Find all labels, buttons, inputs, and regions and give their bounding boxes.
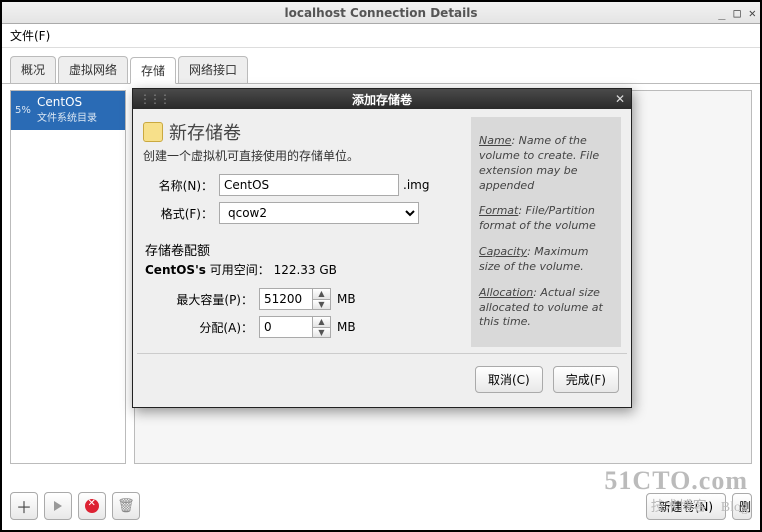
tabs: 概况 虚拟网络 存储 网络接口 <box>2 48 760 84</box>
max-capacity-input[interactable] <box>259 288 313 310</box>
allocation-input[interactable] <box>259 316 313 338</box>
dialog-close-icon[interactable]: ✕ <box>615 92 625 106</box>
allocation-spinner[interactable]: ▲ ▼ <box>313 316 331 338</box>
minimize-icon[interactable]: _ <box>718 6 725 20</box>
help-name-head: Name <box>479 134 511 147</box>
delete-pool-button[interactable]: 🗑 <box>112 492 140 520</box>
watermark: 51CTO.com 技术博客 Blog <box>604 466 748 516</box>
max-capacity-unit: MB <box>337 292 356 306</box>
spin-up-icon[interactable]: ▲ <box>313 317 330 328</box>
max-capacity-spinner[interactable]: ▲ ▼ <box>313 288 331 310</box>
finish-button[interactable]: 完成(F) <box>553 366 619 393</box>
watermark-line3: Blog <box>721 500 748 515</box>
format-select[interactable]: qcow2 <box>219 202 419 224</box>
pool-usage-percent: 5% <box>15 105 31 116</box>
add-volume-dialog: ⋮⋮⋮ 添加存储卷 ✕ 新存储卷 创建一个虚拟机可直接使用的存储单位。 名称(N… <box>132 88 632 408</box>
help-capacity-head: Capacity <box>479 245 527 258</box>
stop-pool-button[interactable] <box>78 492 106 520</box>
pool-name: CentOS <box>37 95 119 109</box>
pool-type: 文件系统目录 <box>37 109 119 124</box>
dialog-grip-icon: ⋮⋮⋮ <box>139 92 169 106</box>
help-panel: Name: Name of the volume to create. File… <box>471 117 621 347</box>
dialog-titlebar[interactable]: ⋮⋮⋮ 添加存储卷 ✕ <box>133 89 631 109</box>
spin-down-icon[interactable]: ▼ <box>313 300 330 310</box>
new-volume-icon <box>143 122 163 142</box>
dialog-title: 添加存储卷 <box>133 91 631 108</box>
quota-pool-name: CentOS's <box>145 263 206 277</box>
dialog-desc: 创建一个虚拟机可直接使用的存储单位。 <box>143 147 463 164</box>
storage-pool-list[interactable]: 5% CentOS 文件系统目录 <box>10 90 126 464</box>
help-allocation-head: Allocation <box>479 286 533 299</box>
dialog-section-title-text: 新存储卷 <box>169 119 241 145</box>
tab-network-interface[interactable]: 网络接口 <box>178 56 248 83</box>
name-input[interactable] <box>219 174 399 196</box>
name-extension: .img <box>403 178 429 192</box>
watermark-line1: 51CTO.com <box>604 466 748 496</box>
max-capacity-label: 最大容量(P)： <box>143 291 253 308</box>
spin-down-icon[interactable]: ▼ <box>313 328 330 338</box>
close-window-icon[interactable]: ✕ <box>749 6 756 20</box>
maximize-icon[interactable]: □ <box>734 6 741 20</box>
allocation-unit: MB <box>337 320 356 334</box>
menubar: 文件(F) <box>2 24 760 48</box>
watermark-line2: 技术博客 <box>651 500 707 515</box>
quota-heading: 存储卷配额 <box>145 240 463 259</box>
menu-file[interactable]: 文件(F) <box>10 27 50 44</box>
stop-icon <box>85 499 99 513</box>
help-format-head: Format <box>479 204 518 217</box>
quota-avail-label: 可用空间： <box>210 263 270 277</box>
start-pool-button[interactable] <box>44 492 72 520</box>
name-label: 名称(N)： <box>143 177 213 194</box>
tab-overview[interactable]: 概况 <box>10 56 56 83</box>
tab-storage[interactable]: 存储 <box>130 57 176 84</box>
add-pool-button[interactable]: ＋ <box>10 492 38 520</box>
tab-virtual-network[interactable]: 虚拟网络 <box>58 56 128 83</box>
spin-up-icon[interactable]: ▲ <box>313 289 330 300</box>
allocation-label: 分配(A)： <box>143 319 253 336</box>
window-title: localhost Connection Details <box>2 6 760 20</box>
plus-icon: ＋ <box>16 494 32 518</box>
dialog-section-title: 新存储卷 <box>143 119 463 145</box>
format-label: 格式(F)： <box>143 205 213 222</box>
trash-icon: 🗑 <box>117 498 135 514</box>
window-titlebar: localhost Connection Details _ □ ✕ <box>2 2 760 24</box>
cancel-button[interactable]: 取消(C) <box>475 366 543 393</box>
quota-avail-value: 122.33 GB <box>274 263 337 277</box>
storage-pool-item[interactable]: 5% CentOS 文件系统目录 <box>11 91 125 130</box>
quota-line: CentOS's 可用空间： 122.33 GB <box>145 261 463 278</box>
play-icon <box>54 501 62 511</box>
